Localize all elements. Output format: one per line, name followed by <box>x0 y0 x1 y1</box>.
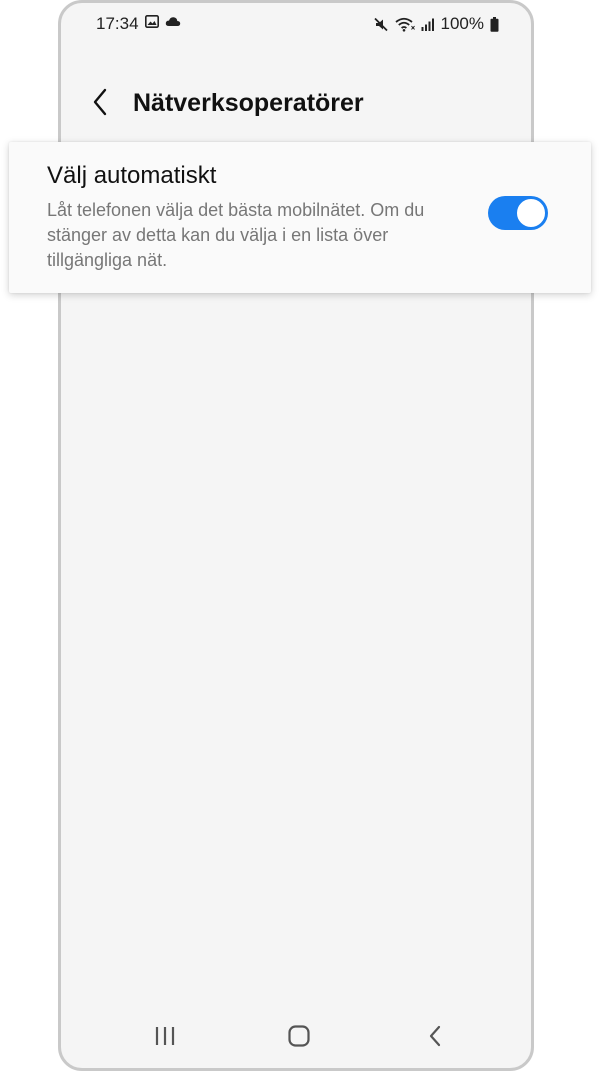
toggle-knob <box>516 198 546 228</box>
auto-select-setting[interactable]: Välj automatiskt Låt telefonen välja det… <box>9 142 591 293</box>
home-button[interactable] <box>277 1020 321 1052</box>
app-bar: Nätverksoperatörer <box>61 81 531 127</box>
wifi-icon <box>394 17 415 32</box>
status-right-icons: 100% <box>373 14 499 34</box>
back-icon <box>429 1025 441 1047</box>
back-button[interactable] <box>85 87 115 117</box>
auto-select-toggle[interactable] <box>488 196 548 230</box>
battery-icon <box>490 16 499 32</box>
home-icon <box>288 1025 310 1047</box>
page-title: Nätverksoperatörer <box>133 89 364 117</box>
signal-icon <box>421 18 435 31</box>
recent-apps-button[interactable] <box>143 1020 187 1052</box>
status-bar: 17:34 100% <box>61 3 531 43</box>
recent-apps-icon <box>155 1027 175 1045</box>
mute-icon <box>373 17 389 32</box>
setting-description: Låt telefonen välja det bästa mobilnätet… <box>47 200 425 270</box>
chevron-left-icon <box>93 88 107 116</box>
image-icon <box>145 15 159 28</box>
battery-percent: 100% <box>440 14 484 33</box>
cloud-icon <box>165 16 181 27</box>
nav-back-button[interactable] <box>413 1020 457 1052</box>
status-time: 17:34 <box>96 14 139 33</box>
system-navbar <box>61 1008 531 1068</box>
status-left-icons <box>145 15 181 28</box>
setting-title: Välj automatiskt <box>47 162 217 189</box>
